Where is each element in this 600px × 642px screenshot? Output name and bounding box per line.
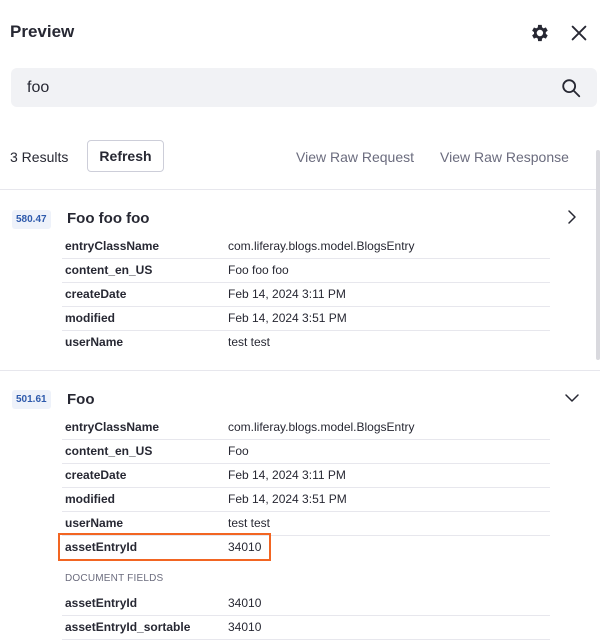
page-title: Preview	[10, 22, 75, 41]
field-row: assetEntryId_sortable 34010	[62, 616, 550, 640]
field-key: assetEntryId_sortable	[65, 620, 191, 634]
field-row: createDate Feb 14, 2024 3:11 PM	[62, 464, 550, 488]
result-card: 501.61 Foo entryClassName com.liferay.bl…	[0, 371, 600, 642]
field-key: createDate	[65, 287, 127, 301]
score-badge: 580.47	[12, 210, 51, 229]
view-raw-request-button[interactable]: View Raw Request	[296, 149, 414, 165]
field-value: Foo foo foo	[228, 263, 289, 277]
gear-icon[interactable]	[528, 22, 550, 44]
field-row: userName test test	[62, 331, 550, 355]
field-value: Feb 14, 2024 3:11 PM	[228, 287, 346, 301]
field-row: assetEntryId 34010	[62, 592, 550, 616]
field-key: entryClassName	[65, 239, 160, 253]
field-key: userName	[65, 516, 124, 530]
refresh-button[interactable]: Refresh	[87, 140, 164, 172]
result-title[interactable]: Foo foo foo	[67, 210, 149, 227]
search-bar	[11, 68, 597, 107]
field-row: content_en_US Foo foo foo	[62, 259, 550, 283]
field-key: assetEntryId	[65, 596, 138, 610]
score-badge: 501.61	[12, 390, 51, 409]
field-value: Foo	[228, 444, 249, 458]
field-row: entryClassName com.liferay.blogs.model.B…	[62, 416, 550, 440]
preview-header: Preview	[0, 0, 600, 62]
field-row: content_en_US Foo	[62, 440, 550, 464]
field-row: modified Feb 14, 2024 3:51 PM	[62, 307, 550, 331]
field-value: 34010	[228, 620, 262, 634]
field-key: userName	[65, 335, 124, 349]
field-key: modified	[65, 492, 115, 506]
field-value: Feb 14, 2024 3:51 PM	[228, 311, 347, 325]
chevron-right-icon[interactable]	[563, 208, 581, 226]
view-raw-response-button[interactable]: View Raw Response	[440, 149, 569, 165]
field-key: content_en_US	[65, 263, 153, 277]
field-value: test test	[228, 335, 271, 349]
field-value: com.liferay.blogs.model.BlogsEntry	[228, 420, 415, 434]
chevron-down-icon[interactable]	[563, 389, 581, 407]
document-fields-label: DOCUMENT FIELDS	[65, 573, 164, 584]
search-input[interactable]	[11, 68, 551, 107]
field-key: modified	[65, 311, 115, 325]
field-key: entryClassName	[65, 420, 160, 434]
field-key: content_en_US	[65, 444, 153, 458]
field-value: test test	[228, 516, 271, 530]
highlight-box	[58, 533, 271, 561]
result-title[interactable]: Foo	[67, 391, 95, 408]
field-value: Feb 14, 2024 3:51 PM	[228, 492, 347, 506]
field-value: Feb 14, 2024 3:11 PM	[228, 468, 346, 482]
field-key: createDate	[65, 468, 127, 482]
result-count: 3 Results	[10, 149, 69, 165]
result-card: 580.47 Foo foo foo entryClassName com.li…	[0, 190, 600, 370]
field-value: com.liferay.blogs.model.BlogsEntry	[228, 239, 415, 253]
field-row: entryClassName com.liferay.blogs.model.B…	[62, 235, 550, 259]
search-icon[interactable]	[560, 77, 582, 99]
field-row: createDate Feb 14, 2024 3:11 PM	[62, 283, 550, 307]
close-icon[interactable]	[568, 22, 590, 44]
results-toolbar: 3 Results Refresh View Raw Request View …	[0, 137, 600, 177]
field-row: modified Feb 14, 2024 3:51 PM	[62, 488, 550, 512]
field-value: 34010	[228, 596, 262, 610]
